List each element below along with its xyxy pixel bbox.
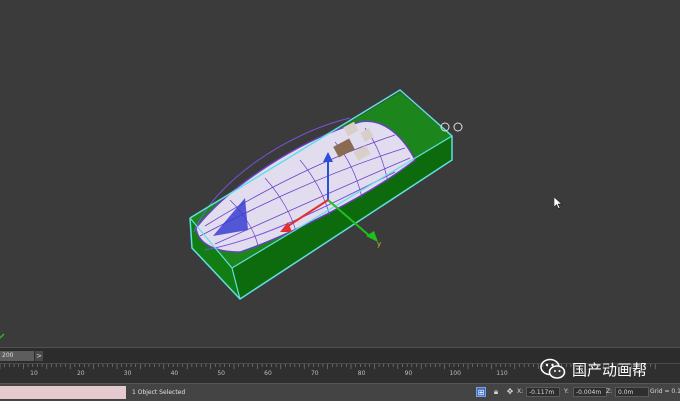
selection-status: 1 Object Selected — [132, 389, 186, 396]
z-coordinate[interactable]: Z: 0.0m — [606, 387, 649, 397]
tick-label: 80 — [357, 370, 366, 377]
frame-counter[interactable]: 200 — [0, 351, 34, 361]
tick-label: 100 — [449, 370, 461, 377]
tick-label: 50 — [217, 370, 226, 377]
tick-label: 30 — [123, 370, 132, 377]
x-coordinate[interactable]: X: -0.117m — [517, 387, 560, 397]
pivot-handle-2[interactable] — [453, 122, 463, 132]
y-coordinate-field[interactable]: -0.004m — [573, 387, 607, 397]
watermark: 国产动画帮 — [540, 358, 647, 380]
y-coordinate[interactable]: Y: -0.004m — [564, 387, 607, 397]
scene-canvas[interactable]: y — [0, 0, 680, 347]
tick-label: 40 — [170, 370, 179, 377]
perspective-viewport[interactable]: y — [0, 0, 680, 347]
x-coordinate-field[interactable]: -0.117m — [526, 387, 560, 397]
tick-label: 110 — [496, 370, 508, 377]
watermark-text: 国产动画帮 — [572, 360, 648, 379]
wechat-icon — [540, 358, 566, 379]
move-icon[interactable]: ✥ — [505, 387, 515, 397]
absolute-mode-icon[interactable]: ⊞ — [476, 387, 486, 397]
lock-icon[interactable]: 🔒︎ — [491, 387, 501, 397]
gizmo-label-y: y — [377, 240, 381, 248]
tick-label: 70 — [310, 370, 319, 377]
status-bar: 1 Object Selected ⊞ 🔒︎ ✥ X: -0.117m Y: -0.… — [0, 383, 680, 401]
tick-label: 60 — [264, 370, 272, 377]
grid-size: Grid = 0.1m — [650, 388, 680, 395]
tick-label: 20 — [76, 370, 85, 377]
z-coordinate-field[interactable]: 0.0m — [615, 387, 649, 397]
viewport-corner-mark — [0, 333, 5, 339]
tick-label: 90 — [404, 370, 413, 377]
next-frame-button[interactable]: > — [35, 351, 43, 361]
maxscript-listener[interactable] — [0, 386, 126, 399]
tick-label: 10 — [30, 370, 38, 377]
